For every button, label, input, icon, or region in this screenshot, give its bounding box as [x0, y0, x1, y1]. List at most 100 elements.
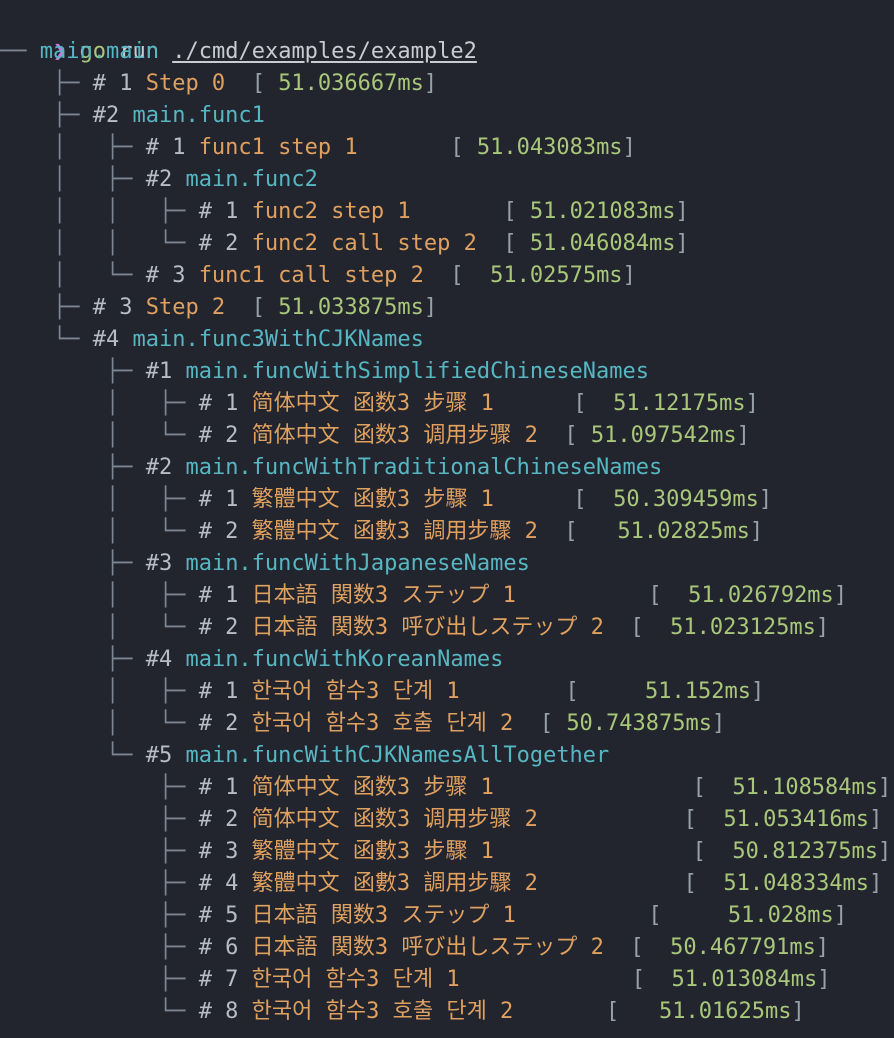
duration-value: 51.026792ms: [674, 583, 834, 608]
duration-bracket-close: ]: [833, 583, 848, 608]
trace-index: # 2: [198, 711, 252, 736]
duration-value: 51.046084ms: [529, 231, 676, 256]
trace-step-row: │ ├─ # 1 繁體中文 函數3 步驟 1 [ 50.309459ms]: [0, 484, 772, 516]
duration-bracket-close: ]: [622, 263, 636, 288]
trace-step-row: └─ # 8 한국어 함수3 호출 단계 2 [ 51.01625ms]: [0, 996, 805, 1028]
duration-bracket-open: [: [564, 519, 591, 544]
tree-connector: ├─: [0, 903, 199, 928]
step-name: 简体中文 函数3 调用步骤 2: [251, 807, 538, 832]
duration-bracket-open: [: [565, 679, 593, 704]
tree-connector: ├─: [0, 295, 93, 320]
duration-bracket-close: ]: [815, 615, 830, 640]
step-name: 日本語 関数3 呼び出しステップ 2: [251, 615, 604, 640]
function-name: main.funcWithCJKNamesAllTogether: [185, 743, 610, 768]
trace-step-row: │ │ ├─ # 1 func2 step 1 [ 51.021083ms]: [0, 196, 689, 228]
step-name: func1 step 1: [198, 135, 358, 160]
duration-value: 51.12175ms: [599, 391, 746, 416]
trace-index: # 8: [198, 999, 252, 1024]
tree-connector: │ └─: [0, 263, 146, 288]
tree-connector: ├─: [0, 359, 146, 384]
tree-connector: │ ├─: [0, 391, 199, 416]
step-name: 日本語 関数3 ステップ 1: [251, 583, 516, 608]
tree-connector: ├─: [0, 935, 199, 960]
command-path-link[interactable]: ./cmd/examples/example2: [172, 39, 477, 64]
duration-value: 51.021083ms: [529, 199, 676, 224]
tree-connector: │ ├─: [0, 487, 199, 512]
tree-connector: │ │ └─: [0, 231, 199, 256]
trace-step-row: ├─ # 1 简体中文 函数3 步骤 1 [ 51.108584ms]: [0, 772, 891, 804]
duration-value: 51.033875ms: [278, 295, 424, 320]
terminal-window: ❯ go run ./cmd/examples/example2 ── main…: [0, 0, 894, 1038]
trace-index: #5: [145, 743, 186, 768]
duration-value: 51.108584ms: [719, 775, 879, 800]
trace-func-row: ├─ #4 main.funcWithKoreanNames: [0, 644, 503, 676]
trace-index: # 1: [198, 487, 252, 512]
step-name: 繁體中文 函數3 步驟 1: [251, 487, 494, 512]
function-name: main.func3WithCJKNames: [132, 327, 424, 352]
function-name: main.func1: [132, 103, 265, 128]
duration-value: 51.02575ms: [476, 263, 623, 288]
trace-index: # 1: [198, 391, 252, 416]
duration-bracket-close: ]: [791, 999, 805, 1024]
tree-connector: └─: [0, 327, 93, 352]
duration-bracket-close: ]: [758, 487, 773, 512]
duration-bracket-close: ]: [878, 839, 892, 864]
duration-bracket-open: [: [630, 935, 657, 960]
duration-bracket-close: ]: [869, 807, 883, 832]
tree-connector: ├─: [0, 71, 93, 96]
duration-value: 50.743875ms: [566, 711, 713, 736]
function-name: main.funcWithJapaneseNames: [185, 551, 530, 576]
trace-step-row: ├─ # 1 Step 0 [ 51.036667ms]: [0, 68, 437, 100]
duration-bracket-close: ]: [749, 519, 764, 544]
tree-connector: ├─: [0, 775, 199, 800]
duration-bracket-close: ]: [736, 423, 750, 448]
duration-bracket-close: ]: [817, 967, 831, 992]
trace-func-row: ├─ #2 main.funcWithTraditionalChineseNam…: [0, 452, 662, 484]
duration-bracket-open: [: [692, 775, 720, 800]
tree-connector: │ └─: [0, 615, 199, 640]
step-name: 简体中文 函数3 步骤 1: [251, 391, 494, 416]
command-prompt-line: ❯ go run ./cmd/examples/example2: [0, 4, 477, 64]
duration-value: 50.812375ms: [719, 839, 879, 864]
trace-step-row: ├─ # 2 简体中文 函数3 调用步骤 2 [ 51.053416ms]: [0, 804, 882, 836]
trace-index: # 3: [92, 295, 146, 320]
tree-connector: ├─: [0, 839, 199, 864]
trace-index: #2: [145, 455, 186, 480]
trace-func-row: ├─ #3 main.funcWithJapaneseNames: [0, 548, 530, 580]
duration-value: 50.467791ms: [656, 935, 816, 960]
tree-connector: │ └─: [0, 711, 199, 736]
trace-index: # 3: [198, 839, 252, 864]
trace-index: # 1: [92, 71, 146, 96]
trace-step-row: │ │ └─ # 2 func2 call step 2 [ 51.046084…: [0, 228, 689, 260]
duration-bracket-close: ]: [745, 391, 759, 416]
step-name: 简体中文 函数3 步骤 1: [251, 775, 494, 800]
tree-connector: ──: [0, 39, 40, 64]
trace-step-row: │ └─ # 3 func1 call step 2 [ 51.02575ms]: [0, 260, 636, 292]
trace-func-row: ├─ #2 main.func1: [0, 100, 265, 132]
duration-bracket-open: [: [573, 391, 600, 416]
duration-bracket-open: [: [692, 839, 720, 864]
step-name: func1 call step 2: [198, 263, 424, 288]
trace-step-row: │ ├─ # 1 한국어 함수3 단계 1 [ 51.152ms]: [0, 676, 764, 708]
duration-bracket-close: ]: [423, 295, 438, 320]
trace-index: # 1: [198, 583, 252, 608]
step-name: 한국어 함수3 호출 단계 2: [251, 711, 514, 736]
tree-connector: │ ├─: [0, 167, 146, 192]
trace-index: #3: [145, 551, 186, 576]
trace-index: # 7: [198, 967, 252, 992]
duration-bracket-open: [: [503, 199, 530, 224]
step-name: 한국어 함수3 호출 단계 2: [251, 999, 514, 1024]
trace-func-row: └─ #4 main.func3WithCJKNames: [0, 324, 424, 356]
duration-bracket-close: ]: [423, 71, 438, 96]
trace-step-row: ├─ # 5 日本語 関数3 ステップ 1 [ 51.028ms]: [0, 900, 847, 932]
trace-step-row: ├─ # 7 한국어 함수3 단계 1 [ 51.013084ms]: [0, 964, 831, 996]
trace-index: # 1: [198, 199, 252, 224]
step-name: func2 call step 2: [251, 231, 477, 256]
duration-value: 51.028ms: [674, 903, 834, 928]
duration-value: 50.309459ms: [599, 487, 759, 512]
trace-index: # 1: [198, 775, 252, 800]
trace-index: # 2: [198, 615, 252, 640]
duration-bracket-close: ]: [712, 711, 726, 736]
trace-index: #4: [92, 327, 133, 352]
tree-connector: ├─: [0, 647, 146, 672]
